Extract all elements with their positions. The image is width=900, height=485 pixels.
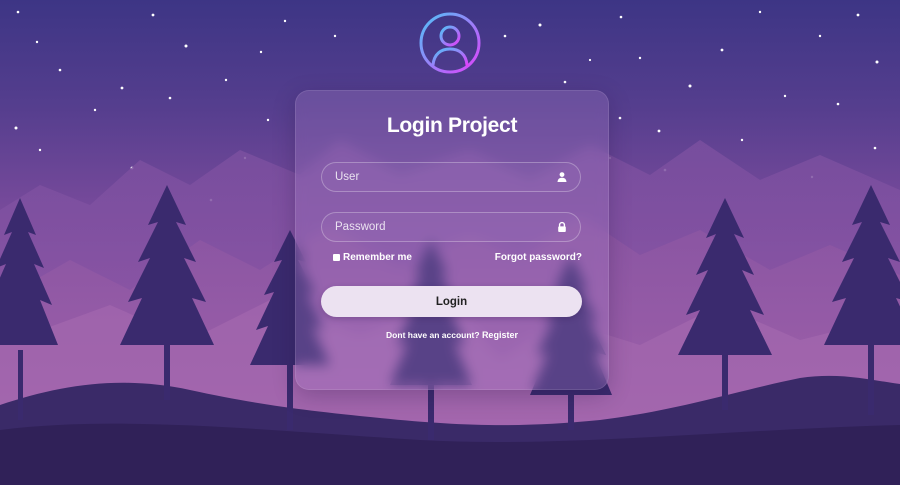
user-input[interactable] xyxy=(322,163,580,191)
lock-icon xyxy=(558,221,566,232)
login-scene: Login Project Remember me Forgot passwor… xyxy=(0,0,900,485)
login-button[interactable]: Login xyxy=(321,286,582,317)
login-options-row: Remember me Forgot password? xyxy=(333,252,582,266)
password-field[interactable] xyxy=(321,212,581,242)
user-field[interactable] xyxy=(321,162,581,192)
login-card: Login Project Remember me Forgot passwor… xyxy=(295,90,609,390)
register-row: Dont have an account? Register xyxy=(296,330,608,340)
user-icon xyxy=(557,172,567,182)
no-account-text: Dont have an account? xyxy=(386,330,480,340)
register-link[interactable]: Register xyxy=(482,330,518,340)
remember-me-label: Remember me xyxy=(343,252,412,263)
page-title: Login Project xyxy=(386,114,518,137)
remember-me-checkbox[interactable]: Remember me xyxy=(333,252,412,263)
checkbox-box[interactable] xyxy=(333,254,340,261)
forgot-password-link[interactable]: Forgot password? xyxy=(495,252,582,263)
user-circle-icon xyxy=(419,12,481,74)
password-input[interactable] xyxy=(322,213,580,241)
